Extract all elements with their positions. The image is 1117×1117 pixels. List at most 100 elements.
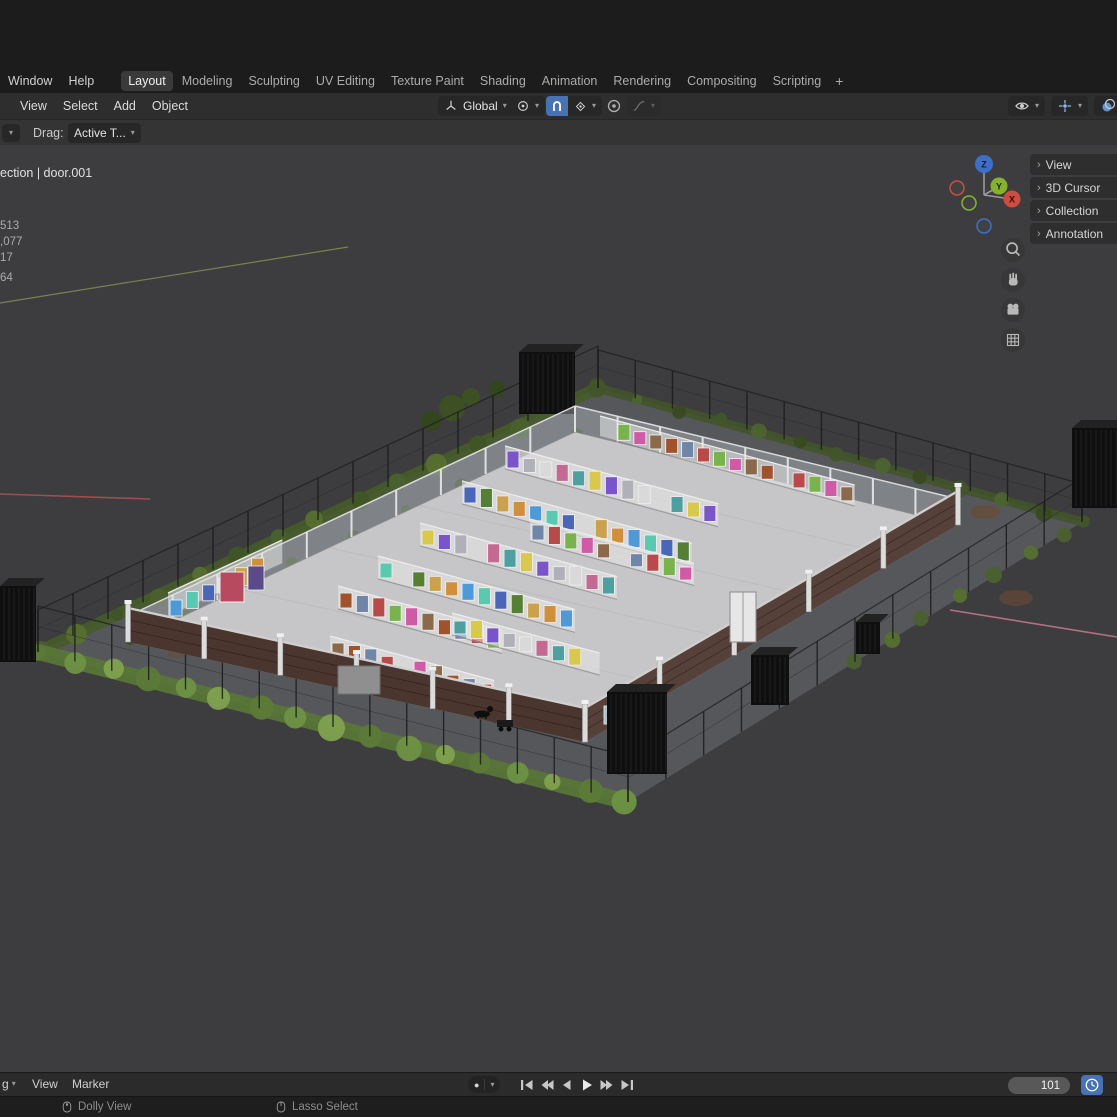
timeline-menu-marker[interactable]: Marker bbox=[72, 1077, 109, 1091]
stat-line: 17 bbox=[0, 250, 22, 266]
jump-to-end-button[interactable] bbox=[618, 1076, 636, 1094]
panel-tab-annotations[interactable]: › Annotation bbox=[1030, 223, 1117, 244]
tab-compositing[interactable]: Compositing bbox=[680, 71, 763, 91]
current-frame-field[interactable]: 101 bbox=[1008, 1077, 1070, 1094]
chevron-down-icon: ▾ bbox=[490, 1081, 494, 1089]
status-hint-lasso: Lasso Select bbox=[276, 1100, 358, 1114]
panel-label: 3D Cursor bbox=[1046, 181, 1101, 195]
workspace-tabs: Layout Modeling Sculpting UV Editing Tex… bbox=[120, 71, 849, 91]
axis-y-label: Y bbox=[996, 182, 1002, 192]
panel-tab-3d-cursor[interactable]: › 3D Cursor bbox=[1030, 177, 1117, 198]
record-dot-icon: ● bbox=[474, 1080, 479, 1090]
playback-controls bbox=[518, 1076, 636, 1094]
show-overlays-dropdown[interactable]: ▾ bbox=[1094, 96, 1117, 116]
chevron-right-icon: › bbox=[1037, 228, 1041, 240]
magnet-icon bbox=[550, 99, 564, 113]
sync-clock-button[interactable] bbox=[1081, 1075, 1103, 1095]
zoom-button[interactable] bbox=[1001, 238, 1025, 262]
status-bar: Dolly View Lasso Select bbox=[0, 1096, 1117, 1117]
proportional-falloff-dropdown[interactable]: ▾ bbox=[626, 96, 661, 116]
auto-keying-toggle[interactable]: ● ▾ bbox=[468, 1076, 500, 1093]
hint-label: Lasso Select bbox=[292, 1101, 358, 1113]
tab-sculpting[interactable]: Sculpting bbox=[241, 71, 306, 91]
proportional-editing-icon[interactable] bbox=[606, 98, 622, 114]
pivot-point-dropdown[interactable]: ▾ bbox=[510, 96, 545, 116]
menu-view[interactable]: View bbox=[12, 97, 55, 115]
mouse-icon bbox=[62, 1100, 72, 1114]
orthographic-toggle-button[interactable] bbox=[1001, 328, 1025, 352]
menu-window[interactable]: Window bbox=[0, 72, 60, 90]
drag-mode-value: Active T... bbox=[74, 126, 126, 140]
viewport-3d-scene[interactable] bbox=[0, 145, 1117, 1072]
stat-line: 513 bbox=[0, 218, 22, 234]
tool-settings-bar: ▾ Drag: Active T... ▾ bbox=[0, 119, 1117, 145]
axis-z-label: Z bbox=[981, 160, 987, 170]
tab-texture-paint[interactable]: Texture Paint bbox=[384, 71, 471, 91]
timeline-menu-view[interactable]: View bbox=[32, 1077, 58, 1091]
camera-view-button[interactable] bbox=[1001, 298, 1025, 322]
navigation-gizmo[interactable]: Z Y X bbox=[940, 150, 1030, 240]
topbar-space bbox=[0, 0, 1117, 69]
hand-icon bbox=[1002, 269, 1024, 291]
chevron-down-icon: ▾ bbox=[535, 102, 539, 110]
panel-tab-view[interactable]: › View bbox=[1030, 154, 1117, 175]
viewport-context-text: ection | door.001 bbox=[0, 166, 92, 180]
chevron-right-icon: › bbox=[1037, 182, 1041, 194]
tab-modeling[interactable]: Modeling bbox=[175, 71, 240, 91]
add-workspace-button[interactable]: + bbox=[829, 73, 849, 89]
tool-dropdown-cut[interactable]: ▾ bbox=[2, 124, 20, 142]
grid-icon bbox=[1002, 329, 1024, 351]
tab-shading[interactable]: Shading bbox=[473, 71, 533, 91]
magnifier-icon bbox=[1002, 239, 1024, 261]
panel-tab-collections[interactable]: › Collection bbox=[1030, 200, 1117, 221]
show-gizmo-dropdown[interactable]: ▾ bbox=[1051, 96, 1088, 116]
chevron-down-icon: ▾ bbox=[592, 102, 596, 110]
chevron-down-icon: ▾ bbox=[1035, 102, 1039, 110]
overlays-icon bbox=[1100, 98, 1116, 114]
snap-target-icon bbox=[574, 100, 587, 113]
sidebar-panels: › View › 3D Cursor › Collection › Annota… bbox=[1030, 154, 1117, 244]
chevron-down-icon: ▾ bbox=[651, 102, 655, 110]
menu-object[interactable]: Object bbox=[144, 97, 196, 115]
blender-window: { "topbar": { "menus": ["Window", "Help"… bbox=[0, 0, 1117, 1117]
hint-label: Dolly View bbox=[78, 1101, 131, 1113]
chevron-down-icon: ▾ bbox=[131, 129, 135, 137]
prev-keyframe-button[interactable] bbox=[538, 1076, 556, 1094]
chevron-down-icon: ▾ bbox=[1078, 102, 1082, 110]
panel-label: View bbox=[1046, 158, 1072, 172]
play-button[interactable] bbox=[578, 1076, 596, 1094]
panel-label: Annotation bbox=[1046, 227, 1103, 241]
menu-help[interactable]: Help bbox=[60, 72, 102, 90]
divider bbox=[484, 1079, 485, 1090]
menu-add[interactable]: Add bbox=[106, 97, 144, 115]
next-keyframe-button[interactable] bbox=[598, 1076, 616, 1094]
panel-label: Collection bbox=[1046, 204, 1099, 218]
axis-z-negative[interactable] bbox=[977, 219, 991, 233]
tab-scripting[interactable]: Scripting bbox=[766, 71, 829, 91]
pan-button[interactable] bbox=[1001, 268, 1025, 292]
axis-x-negative[interactable] bbox=[950, 181, 964, 195]
axis-y-negative[interactable] bbox=[962, 196, 976, 210]
chevron-down-icon: ▾ bbox=[12, 1080, 16, 1088]
menu-select[interactable]: Select bbox=[55, 97, 106, 115]
object-visibility-dropdown[interactable]: ▾ bbox=[1008, 96, 1045, 116]
drag-mode-dropdown[interactable]: Active T... ▾ bbox=[68, 123, 141, 143]
viewport-nav-buttons bbox=[1001, 238, 1025, 352]
timeline-menu-cut[interactable]: g ▾ bbox=[2, 1077, 16, 1091]
snap-toggle-button[interactable] bbox=[546, 96, 568, 116]
stat-line: 64 bbox=[0, 270, 22, 286]
tab-animation[interactable]: Animation bbox=[535, 71, 605, 91]
jump-to-start-button[interactable] bbox=[518, 1076, 536, 1094]
tab-rendering[interactable]: Rendering bbox=[606, 71, 678, 91]
snap-settings-dropdown[interactable]: ▾ bbox=[568, 96, 602, 116]
gizmo-icon bbox=[1057, 98, 1073, 114]
tab-layout[interactable]: Layout bbox=[121, 71, 173, 91]
orientation-axes-icon bbox=[444, 99, 458, 113]
falloff-curve-icon bbox=[632, 99, 646, 113]
transform-orientation-dropdown[interactable]: Global ▾ bbox=[438, 96, 513, 116]
play-reverse-button[interactable] bbox=[558, 1076, 576, 1094]
blender-topbar: Window Help Layout Modeling Sculpting UV… bbox=[0, 69, 1117, 93]
chevron-right-icon: › bbox=[1037, 205, 1041, 217]
tab-uv-editing[interactable]: UV Editing bbox=[309, 71, 382, 91]
timeline-bar: g ▾ View Marker ● ▾ 101 bbox=[0, 1072, 1117, 1096]
